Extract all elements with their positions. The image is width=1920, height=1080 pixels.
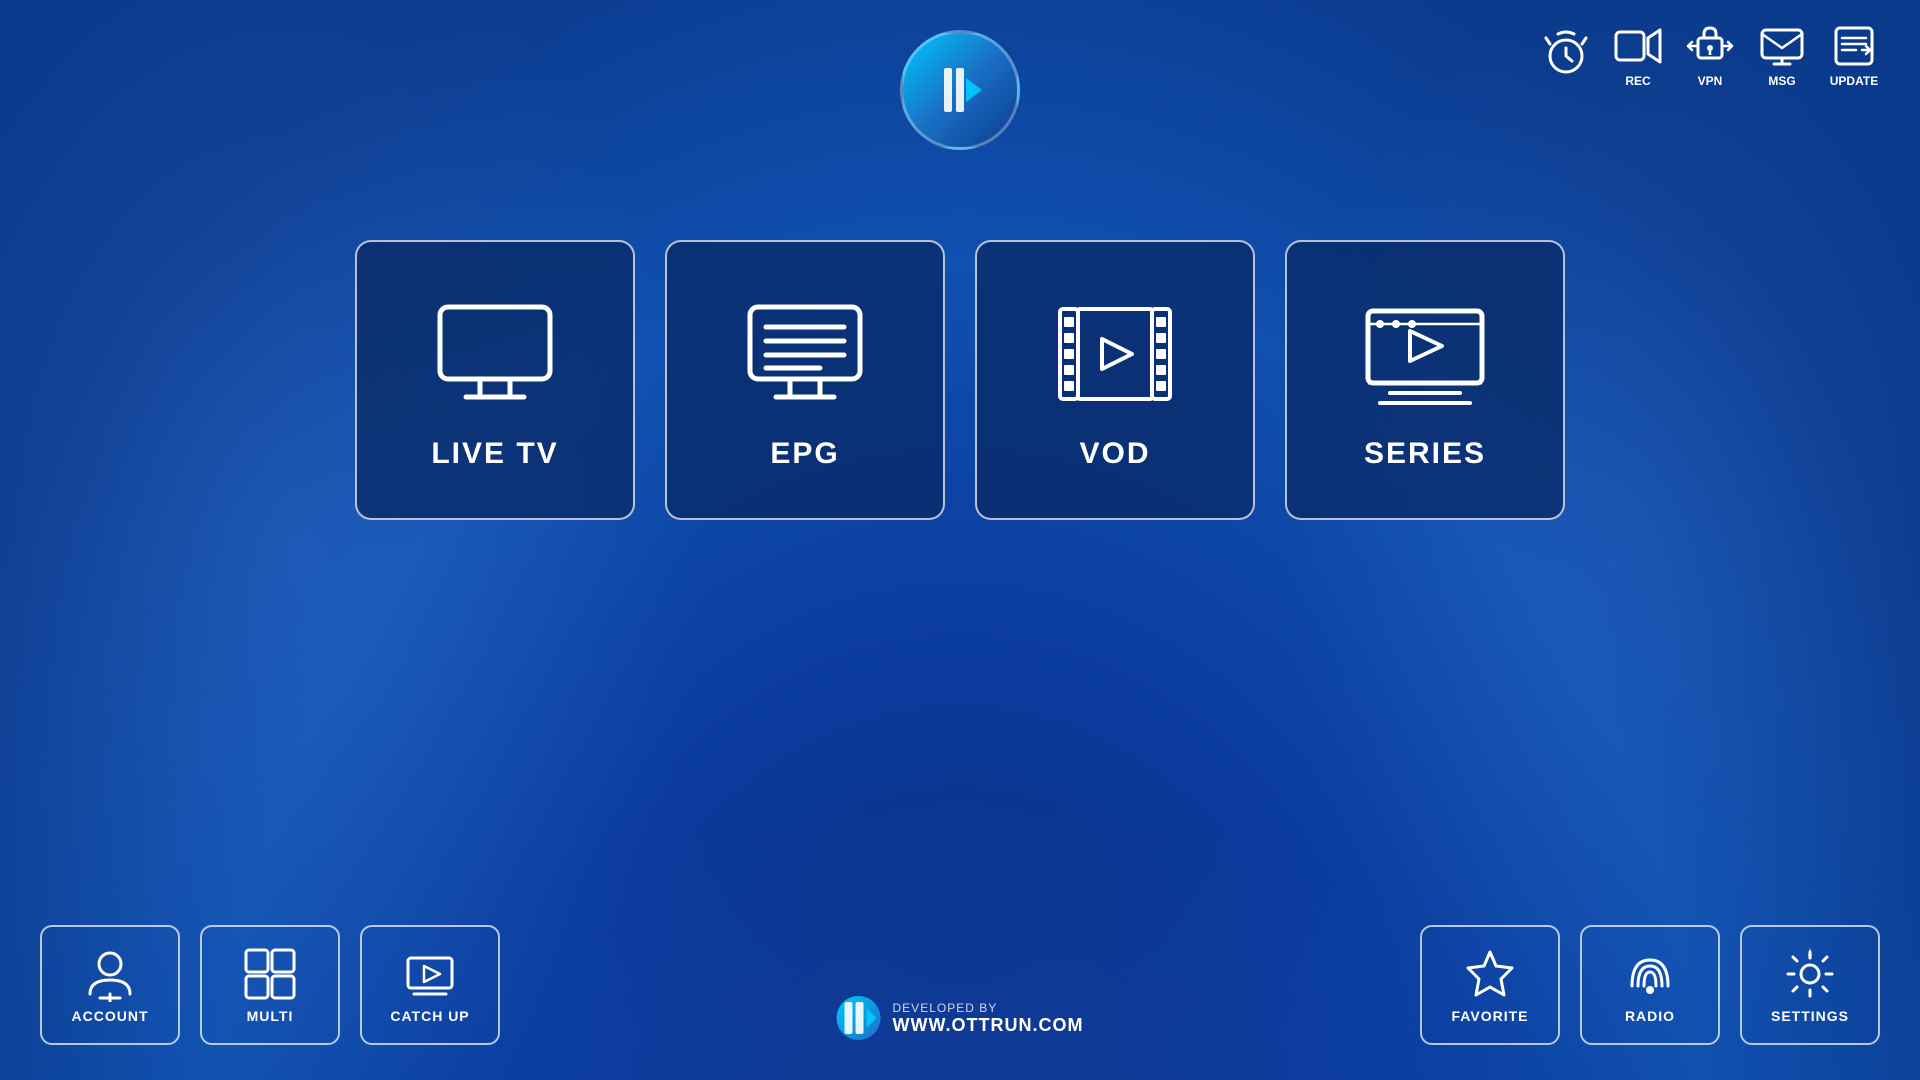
favorite-label: FAVORITE — [1452, 1008, 1529, 1024]
rec-icon — [1612, 20, 1664, 72]
account-label: ACCOUNT — [72, 1008, 149, 1024]
epg-label: EPG — [770, 437, 839, 471]
catch-up-label: CATCH UP — [390, 1008, 469, 1024]
update-icon — [1828, 20, 1880, 72]
top-right-toolbar: REC VPN — [1540, 20, 1880, 88]
dev-logo-icon — [837, 996, 881, 1040]
vpn-button[interactable]: VPN — [1684, 20, 1736, 88]
favorite-icon — [1462, 946, 1518, 1002]
bottom-bar: ACCOUNT MULTI CATC — [0, 920, 1920, 1080]
favorite-button[interactable]: FAVORITE — [1420, 925, 1560, 1045]
live-tv-icon — [430, 289, 560, 419]
logo-play-icon — [930, 60, 990, 120]
bottom-right-toolbar: FAVORITE RADIO SET — [1420, 925, 1880, 1045]
update-label: UPDATE — [1830, 74, 1878, 88]
live-tv-card[interactable]: LIVE TV — [355, 240, 635, 520]
msg-label: MSG — [1768, 74, 1795, 88]
epg-icon — [740, 289, 870, 419]
vod-label: VOD — [1079, 437, 1150, 471]
main-menu: LIVE TV EPG — [355, 240, 1565, 520]
radio-icon — [1622, 946, 1678, 1002]
alarm-button[interactable] — [1540, 28, 1592, 80]
series-label: SERIES — [1364, 437, 1486, 471]
vpn-icon — [1684, 20, 1736, 72]
dev-text: DEVELOPED BY WWW.OTTRUN.COM — [893, 1001, 1084, 1036]
dev-url: WWW.OTTRUN.COM — [893, 1015, 1084, 1036]
rec-label: REC — [1625, 74, 1650, 88]
vod-icon — [1050, 289, 1180, 419]
live-tv-label: LIVE TV — [431, 437, 558, 471]
rec-button[interactable]: REC — [1612, 20, 1664, 88]
account-button[interactable]: ACCOUNT — [40, 925, 180, 1045]
multi-button[interactable]: MULTI — [200, 925, 340, 1045]
radio-button[interactable]: RADIO — [1580, 925, 1720, 1045]
series-icon — [1360, 289, 1490, 419]
settings-label: SETTINGS — [1771, 1008, 1849, 1024]
developer-credit: DEVELOPED BY WWW.OTTRUN.COM — [837, 996, 1084, 1040]
app-logo — [900, 30, 1020, 150]
msg-icon — [1756, 20, 1808, 72]
dev-prefix: DEVELOPED BY — [893, 1001, 1084, 1015]
account-icon — [82, 946, 138, 1002]
settings-icon — [1782, 946, 1838, 1002]
multi-label: MULTI — [247, 1008, 294, 1024]
update-button[interactable]: UPDATE — [1828, 20, 1880, 88]
multi-icon — [242, 946, 298, 1002]
bottom-left-toolbar: ACCOUNT MULTI CATC — [40, 925, 500, 1045]
msg-button[interactable]: MSG — [1756, 20, 1808, 88]
alarm-icon — [1540, 28, 1592, 80]
catch-up-icon — [402, 946, 458, 1002]
series-card[interactable]: SERIES — [1285, 240, 1565, 520]
vod-card[interactable]: VOD — [975, 240, 1255, 520]
vpn-label: VPN — [1698, 74, 1723, 88]
epg-card[interactable]: EPG — [665, 240, 945, 520]
catch-up-button[interactable]: CATCH UP — [360, 925, 500, 1045]
header: REC VPN — [0, 0, 1920, 150]
settings-button[interactable]: SETTINGS — [1740, 925, 1880, 1045]
radio-label: RADIO — [1625, 1008, 1675, 1024]
dev-logo — [837, 996, 881, 1040]
logo-circle — [900, 30, 1020, 150]
